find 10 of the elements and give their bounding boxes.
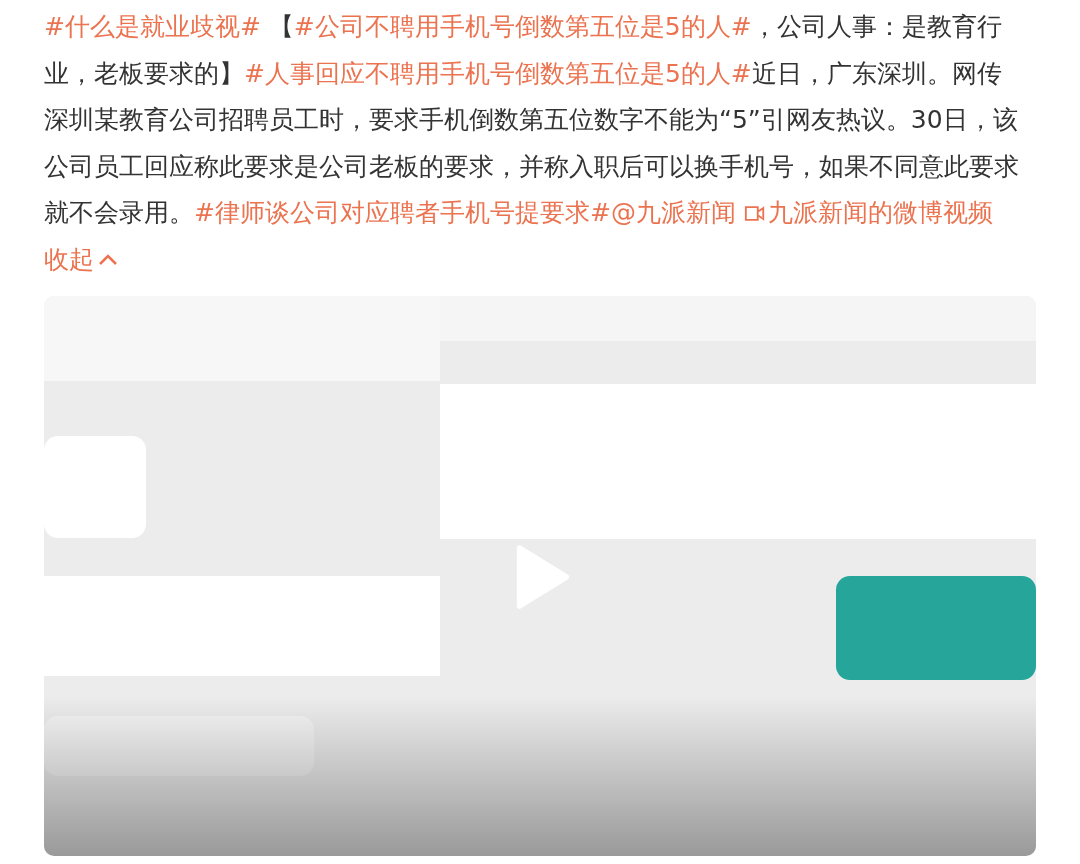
collapse-link[interactable]: 收起 <box>44 236 118 282</box>
hashtag-link[interactable]: #律师谈公司对应聘者手机号提要求# <box>194 198 611 227</box>
video-link[interactable]: 九派新闻的微博视频 <box>735 198 993 227</box>
hashtag-link[interactable]: #人事回应不聘用手机号倒数第五位是5的人# <box>244 58 752 88</box>
hashtag-link[interactable]: #什么是就业歧视# <box>44 12 261 41</box>
mention-link[interactable]: @九派新闻 <box>610 198 736 227</box>
video-camera-icon <box>743 204 766 223</box>
post-text: #什么是就业歧视# 【#公司不聘用手机号倒数第五位是5的人#，公司人事：是教育行业，老板要求的】#人事回应不聘用手机号倒数第五位是5的人#近日，广东深圳。网传深圳某教育公司招聘员工时，要求手机倒数第五位数字不能为“5”引网友热议。30日，该公司员工回应称此要求是公司老板的要求，并称入职后可以换手机号，如果不同意此要求就不会录用。#律师谈公司对应聘者手机号提要求#@九派新闻 九派新闻的微博视频 <box>44 11 1019 229</box>
caret-up-icon <box>98 253 118 265</box>
hashtag-link[interactable]: #公司不聘用手机号倒数第五位是5的人# <box>293 12 752 41</box>
